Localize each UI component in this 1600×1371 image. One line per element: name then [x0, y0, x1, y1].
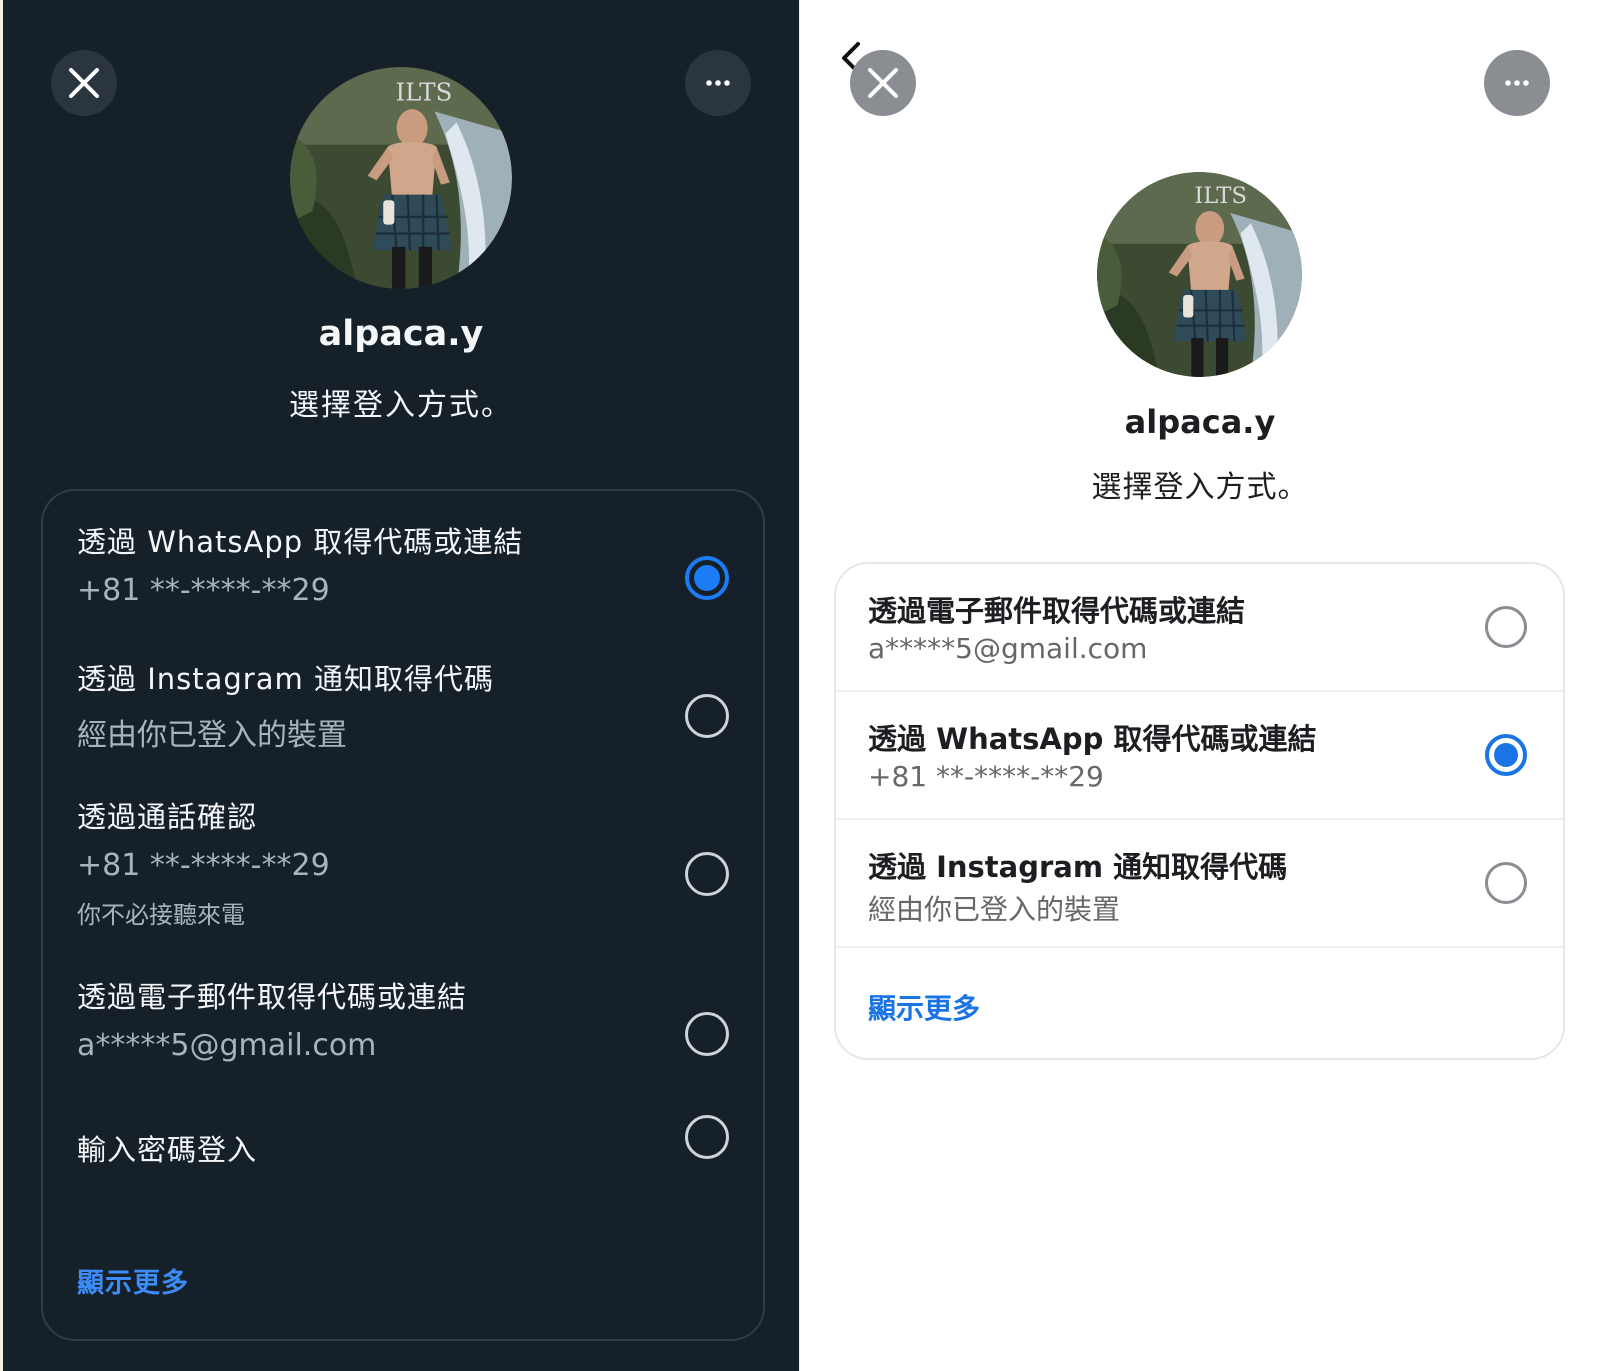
login-method-list: 透過電子郵件取得代碼或連結 a*****5@gmail.com 透過 Whats… [834, 562, 1565, 1060]
login-method-list: 透過 WhatsApp 取得代碼或連結 +81 **-****-**29 透過 … [41, 489, 765, 1341]
option-title: 透過通話確認 [77, 800, 258, 834]
avatar-overlay-text: ILTS [395, 77, 452, 106]
avatar: ILTS [1097, 172, 1302, 377]
radio-unselected[interactable] [685, 1115, 729, 1159]
close-icon [868, 68, 898, 98]
option-subtitle: +81 **-****-**29 [868, 760, 1104, 793]
dark-login-panel: ILTS alpaca.y 選擇登入方式。 透過 WhatsApp 取得代碼或連… [3, 0, 799, 1371]
option-subtitle: 經由你已登入的裝置 [868, 893, 1121, 926]
option-title: 透過電子郵件取得代碼或連結 [868, 594, 1246, 628]
radio-unselected[interactable] [685, 852, 729, 896]
more-button[interactable] [1484, 50, 1550, 116]
avatar-overlay-text: ILTS [1194, 183, 1247, 209]
radio-unselected[interactable] [1485, 862, 1527, 904]
radio-selected[interactable] [1485, 734, 1527, 776]
profile-photo: ILTS [290, 67, 512, 289]
option-title: 透過 WhatsApp 取得代碼或連結 [868, 722, 1317, 756]
close-icon [69, 68, 99, 98]
radio-selected[interactable] [685, 556, 729, 600]
username: alpaca.y [318, 314, 484, 354]
light-login-panel: ILTS alpaca.y 選擇登入方式。 透過電子郵件取得代碼或連結 a***… [800, 0, 1600, 1371]
option-note: 你不必接聽來電 [77, 901, 245, 929]
option-subtitle: a*****5@gmail.com [868, 632, 1148, 665]
option-subtitle: +81 **-****-**29 [77, 573, 330, 608]
option-title: 輸入密碼登入 [77, 1133, 258, 1167]
close-button[interactable] [850, 50, 916, 116]
option-email[interactable]: 透過電子郵件取得代碼或連結 a*****5@gmail.com [77, 974, 729, 1063]
more-icon [1505, 80, 1529, 86]
option-title: 透過 Instagram 通知取得代碼 [868, 850, 1288, 884]
radio-unselected[interactable] [685, 1012, 729, 1056]
option-password[interactable]: 輸入密碼登入 [77, 1115, 729, 1169]
option-instagram[interactable]: 透過 Instagram 通知取得代碼 經由你已登入的裝置 [77, 656, 729, 754]
option-instagram[interactable]: 透過 Instagram 通知取得代碼 經由你已登入的裝置 [836, 820, 1563, 948]
page-subtitle: 選擇登入方式。 [1091, 470, 1309, 505]
close-button[interactable] [51, 50, 117, 116]
radio-unselected[interactable] [1485, 606, 1527, 648]
option-call[interactable]: 透過通話確認 +81 **-****-**29 你不必接聽來電 [77, 794, 729, 930]
option-whatsapp[interactable]: 透過 WhatsApp 取得代碼或連結 +81 **-****-**29 [77, 519, 729, 608]
avatar: ILTS [290, 67, 512, 289]
option-title: 透過電子郵件取得代碼或連結 [77, 980, 468, 1014]
option-title: 透過 Instagram 通知取得代碼 [77, 662, 494, 696]
username: alpaca.y [1124, 403, 1276, 441]
radio-unselected[interactable] [685, 694, 729, 738]
show-more-link[interactable]: 顯示更多 [77, 1261, 189, 1300]
page-subtitle: 選擇登入方式。 [289, 388, 513, 423]
option-title: 透過 WhatsApp 取得代碼或連結 [77, 525, 524, 559]
profile-photo: ILTS [1097, 172, 1302, 377]
show-more-link[interactable]: 顯示更多 [868, 987, 980, 1027]
option-whatsapp[interactable]: 透過 WhatsApp 取得代碼或連結 +81 **-****-**29 [836, 692, 1563, 820]
more-icon [706, 80, 730, 86]
option-subtitle: +81 **-****-**29 [77, 848, 330, 883]
option-subtitle: a*****5@gmail.com [77, 1028, 377, 1063]
option-subtitle: 經由你已登入的裝置 [77, 718, 347, 753]
option-email[interactable]: 透過電子郵件取得代碼或連結 a*****5@gmail.com [836, 564, 1563, 692]
more-button[interactable] [685, 50, 751, 116]
